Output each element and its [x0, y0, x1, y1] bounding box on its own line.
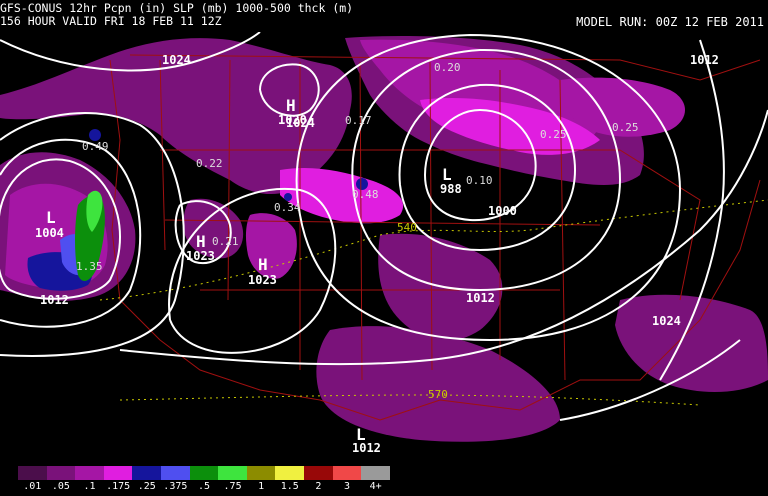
- low-center-symbol: L: [356, 425, 366, 444]
- legend-swatch: [332, 466, 362, 480]
- isobar-label: 1012: [690, 53, 719, 67]
- high-center-symbol: H: [258, 255, 268, 274]
- high-pressure-value: 1023: [248, 273, 277, 287]
- thickness-label: 570: [428, 388, 448, 401]
- precip-amount-label: 0.49: [82, 140, 109, 153]
- legend-swatch: [275, 466, 305, 480]
- legend-label: .375: [163, 481, 188, 492]
- legend-swatch: [75, 466, 104, 480]
- precip-amount-label: 0.22: [196, 157, 223, 170]
- legend-label: .05: [51, 481, 70, 492]
- isobar-label: 1012: [40, 293, 69, 307]
- legend-label: .1: [83, 481, 96, 492]
- legend-label: 3: [343, 481, 351, 492]
- high-center-symbol: H: [196, 232, 206, 251]
- isobar-label: 1012: [466, 291, 495, 305]
- isobar-label: 1024: [286, 116, 315, 130]
- legend-label: .01: [23, 481, 42, 492]
- legend-label: .75: [223, 481, 242, 492]
- color-legend: [18, 466, 390, 480]
- precip-amount-label: 0.25: [612, 121, 639, 134]
- isobar-label: 1024: [652, 314, 681, 328]
- legend-label: 1: [258, 481, 265, 492]
- legend-swatch: [189, 466, 219, 480]
- isobar-label: 1024: [162, 53, 191, 67]
- forecast-map: 1024 1012 1020 1024 1004 1012 1023 1023 …: [0, 32, 768, 462]
- precip-amount-label: 0.10: [466, 174, 493, 187]
- precip-amount-label: 0.34: [274, 201, 301, 214]
- legend-swatch: [18, 466, 47, 480]
- legend-swatch: [304, 466, 333, 480]
- legend-label: 2: [315, 481, 322, 492]
- precip-amount-label: 0.48: [352, 188, 379, 201]
- legend-label: .175: [106, 481, 131, 492]
- legend-label: .25: [137, 481, 156, 492]
- legend-swatch: [103, 466, 133, 480]
- precip-spot-wyoming: [284, 193, 292, 201]
- legend-label: .5: [197, 481, 210, 492]
- legend-swatch: [246, 466, 276, 480]
- low-center-symbol: L: [46, 208, 56, 227]
- legend-labels: .01 .05 .1 .175 .25 .375 .5 .75 1 1.5 2 3 4+: [18, 480, 390, 494]
- precip-amount-label: 0.20: [434, 61, 461, 74]
- thickness-label: 540: [397, 221, 417, 234]
- legend-swatch: [161, 466, 190, 480]
- precip-amount-label: 1.35: [76, 260, 103, 273]
- precip-amount-label: 0.21: [212, 235, 239, 248]
- isobar-label: 1000: [488, 204, 517, 218]
- low-pressure-value: 1004: [35, 226, 64, 240]
- legend-swatch: [361, 466, 390, 480]
- precip-amount-label: 0.25: [540, 128, 567, 141]
- legend-swatch: [132, 466, 162, 480]
- chart-title: GFS-CONUS 12hr Pcpn (in) SLP (mb) 1000-5…: [0, 1, 354, 15]
- precip-amount-label: 0.17: [345, 114, 372, 127]
- low-pressure-value: 988: [440, 182, 462, 196]
- high-center-symbol: H: [286, 96, 296, 115]
- legend-swatch: [46, 466, 76, 480]
- model-run-label: MODEL RUN: 00Z 12 FEB 2011: [576, 15, 764, 29]
- legend-swatch: [218, 466, 247, 480]
- legend-label: 1.5: [280, 481, 299, 492]
- legend-label: 4+: [369, 481, 382, 492]
- low-center-symbol: L: [442, 165, 452, 184]
- high-pressure-value: 1023: [186, 249, 215, 263]
